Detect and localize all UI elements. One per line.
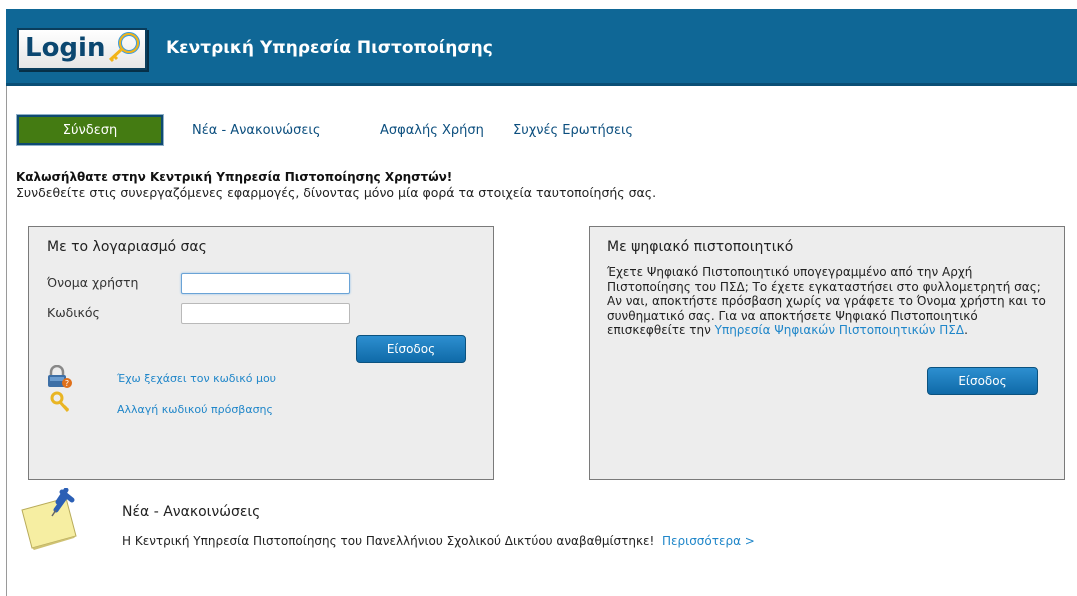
news-text: Η Κεντρική Υπηρεσία Πιστοποίησης του Παν…: [122, 534, 655, 548]
pinned-note-icon: [21, 488, 77, 550]
nav-news-link[interactable]: Νέα - Ανακοινώσεις: [192, 123, 320, 138]
key-icon: [108, 32, 140, 63]
nav-login-button[interactable]: Σύνδεση: [17, 115, 163, 145]
news-title: Νέα - Ανακοινώσεις: [122, 504, 261, 520]
site-header: Login Κεντρική Υπηρεσία Πιστοποίησης: [6, 9, 1077, 86]
password-input[interactable]: [181, 303, 350, 324]
lock-icon: ?: [48, 365, 72, 388]
svg-text:?: ?: [65, 379, 69, 388]
welcome-subtitle: Συνδεθείτε στις συνεργαζόμενες εφαρμογές…: [16, 185, 657, 200]
account-login-panel: Με το λογαριασμό σας Όνομα χρήστη Κωδικό…: [28, 226, 494, 480]
certificate-panel-title: Με ψηφιακό πιστοποιητικό: [607, 239, 794, 255]
logo-text: Login: [25, 33, 106, 63]
change-password-link[interactable]: Αλλαγή κωδικού πρόσβασης: [117, 403, 273, 416]
nav-faq-link[interactable]: Συχνές Ερωτήσεις: [513, 123, 633, 138]
account-login-button[interactable]: Είσοδος: [356, 335, 466, 363]
welcome-title: Καλωσήλθατε στην Κεντρική Υπηρεσία Πιστο…: [16, 170, 453, 184]
username-label: Όνομα χρήστη: [47, 275, 139, 290]
page-left-border: [6, 86, 7, 596]
account-panel-title: Με το λογαριασμό σας: [47, 239, 207, 255]
login-logo[interactable]: Login: [17, 28, 147, 70]
forgot-password-link[interactable]: Έχω ξεχάσει τον κωδικό μου: [117, 372, 276, 385]
certificate-description: Έχετε Ψηφιακό Πιστοποιητικό υπογεγραμμέν…: [607, 265, 1057, 338]
nav-safe-use-link[interactable]: Ασφαλής Χρήση: [380, 123, 484, 138]
yellow-key-icon: [50, 391, 70, 412]
news-more-link[interactable]: Περισσότερα >: [662, 534, 755, 548]
header-title: Κεντρική Υπηρεσία Πιστοποίησης: [166, 38, 493, 58]
password-label: Κωδικός: [47, 305, 100, 320]
certificate-login-panel: Με ψηφιακό πιστοποιητικό Έχετε Ψηφιακό Π…: [589, 226, 1065, 480]
certificate-service-link[interactable]: Υπηρεσία Ψηφιακών Πιστοποιητικών ΠΣΔ: [715, 323, 964, 337]
certificate-login-button[interactable]: Είσοδος: [927, 367, 1038, 395]
certificate-text-end: .: [964, 323, 968, 337]
news-item: Η Κεντρική Υπηρεσία Πιστοποίησης του Παν…: [122, 534, 755, 548]
username-input[interactable]: [181, 273, 350, 294]
